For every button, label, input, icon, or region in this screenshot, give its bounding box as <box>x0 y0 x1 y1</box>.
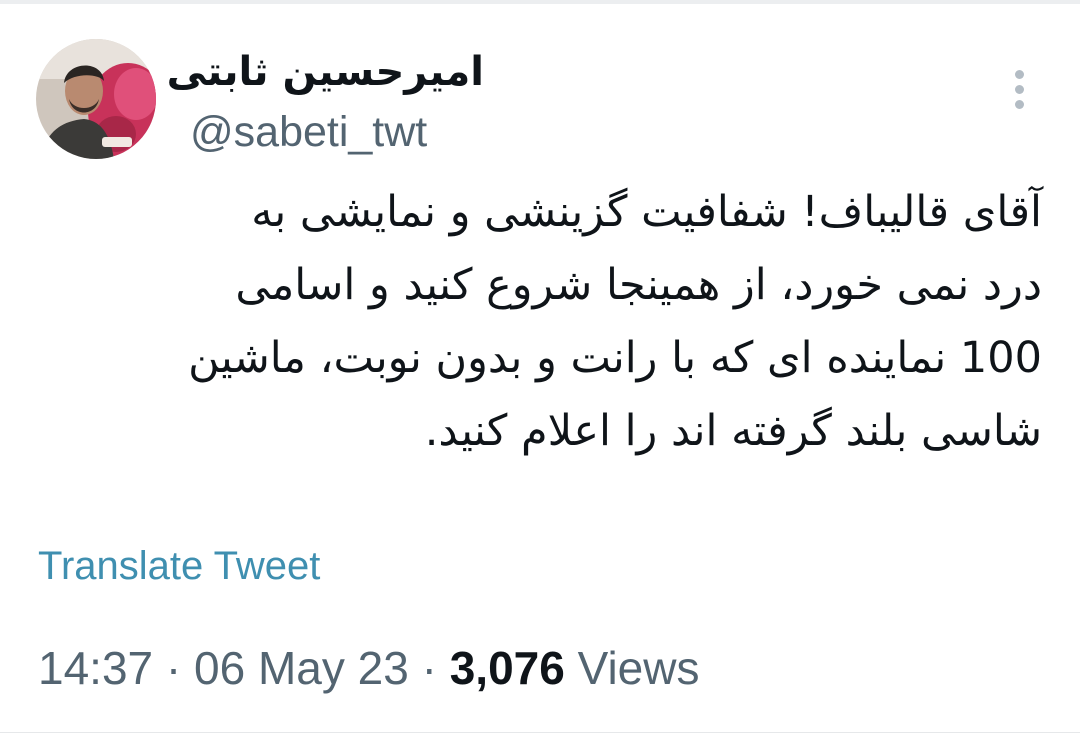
tweet-date[interactable]: 06 May 23 <box>194 642 409 694</box>
bottom-divider <box>0 732 1080 733</box>
meta-separator: · <box>165 642 182 694</box>
avatar[interactable] <box>36 39 156 159</box>
tweet-text: آقای قالیباف! شفافیت گزینشی و نمایشی به … <box>40 176 1042 468</box>
tweet-text-line: درد نمی خورد، از همینجا شروع کنید و اسام… <box>235 260 1042 310</box>
meta-separator: · <box>421 642 437 694</box>
more-vertical-icon[interactable] <box>1006 68 1034 112</box>
more-dot <box>1015 85 1024 94</box>
tweet-text-line: شاسی بلند گرفته اند را اعلام کنید. <box>424 406 1042 456</box>
avatar-photo <box>36 39 156 159</box>
tweet-text-line: آقای قالیباف! شفافیت گزینشی و نمایشی به <box>251 187 1042 237</box>
author-handle[interactable]: @sabeti_twt <box>190 106 427 158</box>
translate-tweet-link[interactable]: Translate Tweet <box>38 540 320 592</box>
tweet-meta: 14:37 · 06 May 23 · 3,076 Views <box>38 638 699 698</box>
author-display-name[interactable]: امیرحسین ثابتی <box>167 46 484 98</box>
views-count: 3,076 <box>449 642 565 694</box>
tweet-time[interactable]: 14:37 <box>38 642 153 694</box>
views-label: Views <box>577 642 700 694</box>
more-dot <box>1015 100 1024 109</box>
top-divider <box>0 0 1080 4</box>
more-dot <box>1015 70 1024 79</box>
tweet-text-line: 100 نماینده ای که با رانت و بدون نوبت، م… <box>188 333 1042 383</box>
